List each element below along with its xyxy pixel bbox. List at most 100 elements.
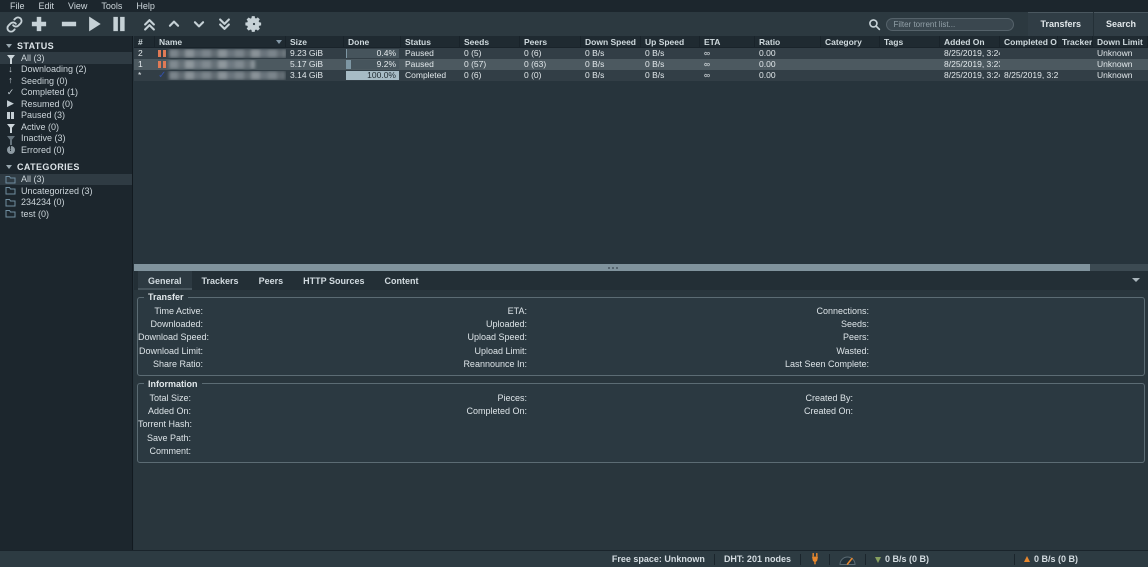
row-peers: 0 (63): [520, 59, 581, 70]
status-section-header[interactable]: STATUS: [0, 39, 132, 52]
torrent-name-redacted: [169, 49, 287, 58]
row-name-cell: [155, 49, 286, 58]
sidebar-status-downloading[interactable]: ↓ Downloading (2): [0, 64, 132, 76]
row-seeds: 0 (6): [460, 70, 520, 81]
col-header-category[interactable]: Category: [821, 36, 880, 47]
connection-status-icon[interactable]: [810, 553, 820, 565]
table-row[interactable]: 2 9.23 GiB 0.4% Paused 0 (5) 0 (6) 0 B/s…: [134, 48, 1148, 59]
label-created-on: Created On:: [527, 406, 853, 416]
row-name-cell: [155, 60, 286, 69]
search-tab[interactable]: Search: [1093, 12, 1148, 36]
row-peers: 0 (0): [520, 70, 581, 81]
scrollbar-thumb[interactable]: [134, 264, 1090, 271]
speed-limits-gauge-icon[interactable]: [839, 554, 856, 565]
label-connections: Connections:: [527, 306, 869, 316]
categories-section-header[interactable]: CATEGORIES: [0, 161, 132, 174]
menu-tools[interactable]: Tools: [94, 0, 129, 12]
sidebar-status-seeding[interactable]: ↑ Seeding (0): [0, 75, 132, 87]
move-up-icon[interactable]: [163, 14, 185, 34]
sidebar-status-all[interactable]: All (3): [0, 52, 132, 64]
sidebar-status-paused[interactable]: Paused (3): [0, 110, 132, 122]
col-header-up-speed[interactable]: Up Speed: [641, 36, 700, 47]
sidebar-category-all[interactable]: All (3): [0, 174, 132, 186]
tab-content[interactable]: Content: [374, 271, 428, 290]
sidebar-status-active[interactable]: Active (0): [0, 121, 132, 133]
tab-trackers[interactable]: Trackers: [192, 271, 249, 290]
col-header-done[interactable]: Done: [344, 36, 401, 47]
col-header-tracker[interactable]: Tracker: [1058, 36, 1093, 47]
row-size: 5.17 GiB: [286, 59, 344, 70]
col-header-name[interactable]: Name: [155, 36, 286, 47]
row-down-speed: 0 B/s: [581, 48, 641, 59]
label-seeds: Seeds:: [527, 319, 869, 329]
col-header-ratio[interactable]: Ratio: [755, 36, 821, 47]
row-ratio: 0.00: [755, 48, 821, 59]
dht-nodes: DHT: 201 nodes: [724, 554, 791, 564]
row-down-limit: Unknown: [1093, 48, 1148, 59]
splitter-grip-icon: [612, 267, 614, 269]
col-header-eta[interactable]: ETA: [700, 36, 755, 47]
label-created-by: Created By:: [527, 393, 853, 403]
sidebar-status-completed[interactable]: ✓ Completed (1): [0, 87, 132, 99]
torrent-name-redacted: [169, 71, 285, 80]
menu-bar: File Edit View Tools Help: [0, 0, 1148, 12]
menu-edit[interactable]: Edit: [32, 0, 62, 12]
row-ratio: 0.00: [755, 59, 821, 70]
folder-icon: [5, 198, 16, 207]
row-progress: 100.0%: [344, 71, 401, 80]
resume-icon[interactable]: [83, 14, 105, 34]
row-down-limit: Unknown: [1093, 59, 1148, 70]
col-header-tags[interactable]: Tags: [880, 36, 940, 47]
play-icon: ▶: [5, 99, 16, 108]
col-header-seeds[interactable]: Seeds: [460, 36, 520, 47]
tabs-overflow-icon[interactable]: [1132, 278, 1140, 282]
filter-torrent-input[interactable]: [886, 18, 1014, 31]
col-header-added-on[interactable]: Added On: [940, 36, 1000, 47]
move-top-icon[interactable]: [138, 14, 160, 34]
move-down-icon[interactable]: [188, 14, 210, 34]
col-header-peers[interactable]: Peers: [520, 36, 581, 47]
col-header-status[interactable]: Status: [401, 36, 460, 47]
col-header-down-speed[interactable]: Down Speed: [581, 36, 641, 47]
label-upload-speed: Upload Speed:: [203, 332, 527, 342]
tab-http-sources[interactable]: HTTP Sources: [293, 271, 374, 290]
options-gear-icon[interactable]: [243, 14, 265, 34]
col-header-size[interactable]: Size: [286, 36, 344, 47]
sidebar-category-234234[interactable]: 234234 (0): [0, 197, 132, 209]
toolbar: Transfers Search: [0, 12, 1148, 36]
upload-speed-status[interactable]: 0 B/s (0 B): [1024, 554, 1078, 564]
tab-peers[interactable]: Peers: [249, 271, 294, 290]
paused-state-icon: [158, 50, 166, 57]
col-header-completed-on[interactable]: Completed On: [1000, 36, 1058, 47]
transfers-tab[interactable]: Transfers: [1028, 12, 1093, 36]
menu-file[interactable]: File: [3, 0, 32, 12]
sidebar-status-errored[interactable]: ! Errored (0): [0, 144, 132, 156]
row-status: Completed: [401, 70, 460, 81]
label-save-path: Save Path:: [138, 433, 191, 443]
pause-icon[interactable]: [108, 14, 130, 34]
move-bottom-icon[interactable]: [213, 14, 235, 34]
label-downloaded: Downloaded:: [138, 319, 203, 329]
tab-general[interactable]: General: [138, 271, 192, 290]
sidebar-status-inactive[interactable]: Inactive (3): [0, 133, 132, 145]
row-status: Paused: [401, 59, 460, 70]
sidebar-category-uncategorized[interactable]: Uncategorized (3): [0, 185, 132, 197]
col-header-number[interactable]: #: [134, 36, 155, 47]
folder-icon: [5, 175, 16, 184]
row-size: 3.14 GiB: [286, 70, 344, 81]
filter-icon: [5, 124, 16, 129]
link-icon[interactable]: [3, 14, 25, 34]
menu-view[interactable]: View: [61, 0, 94, 12]
remove-torrent-icon[interactable]: [58, 14, 80, 34]
table-row-selected[interactable]: 1 5.17 GiB 9.2% Paused 0 (57) 0 (63) 0 B…: [134, 59, 1148, 70]
horizontal-scrollbar[interactable]: [134, 264, 1148, 271]
menu-help[interactable]: Help: [129, 0, 162, 12]
col-header-down-limit[interactable]: Down Limit: [1093, 36, 1148, 47]
download-arrow-icon: [875, 557, 881, 563]
table-row[interactable]: * ✓ 3.14 GiB 100.0% Completed 0 (6) 0 (0…: [134, 70, 1148, 81]
row-ratio: 0.00: [755, 70, 821, 81]
sidebar-category-test[interactable]: test (0): [0, 208, 132, 220]
sidebar-status-resumed[interactable]: ▶ Resumed (0): [0, 98, 132, 110]
download-speed-status[interactable]: 0 B/s (0 B): [875, 554, 929, 564]
add-torrent-icon[interactable]: [28, 14, 50, 34]
